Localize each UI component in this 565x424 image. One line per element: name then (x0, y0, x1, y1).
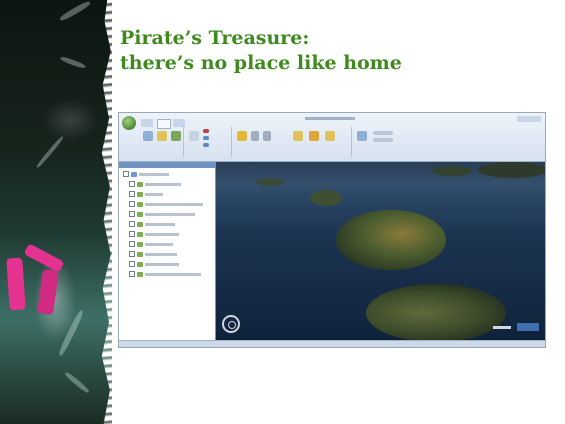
ribbon-group (185, 127, 232, 157)
ribbon-icon (373, 131, 393, 135)
scale-bar (493, 326, 511, 329)
status-bar (119, 340, 545, 347)
ribbon-icon (293, 131, 303, 141)
tree-item[interactable] (129, 260, 179, 268)
tree-item[interactable] (129, 200, 203, 208)
ribbon-icon (325, 131, 335, 141)
foreground-island (366, 284, 506, 342)
folder-icon (137, 241, 143, 247)
ribbon-tab (141, 119, 153, 127)
pink-chalk-piece (37, 269, 59, 315)
window-title-placeholder (305, 117, 355, 120)
ribbon-icon (171, 131, 181, 141)
ribbon-toolbar (119, 113, 545, 162)
tree-item[interactable] (129, 220, 175, 228)
navigation-control-icon[interactable] (222, 315, 240, 333)
folder-icon (137, 251, 143, 257)
ribbon-icon (203, 129, 209, 133)
main-island (336, 210, 446, 270)
chalk-smudge (57, 309, 85, 357)
ribbon-icon (237, 131, 247, 141)
layer-tree-panel (119, 162, 216, 343)
folder-icon (137, 191, 143, 197)
ribbon-icon (357, 131, 367, 141)
window-buttons (517, 116, 541, 122)
chalkboard-decoration (0, 0, 112, 424)
distant-island (432, 166, 472, 176)
ribbon-group (353, 127, 403, 157)
ribbon-icon (203, 136, 209, 140)
tree-item[interactable] (129, 250, 177, 258)
tree-item[interactable] (129, 240, 173, 248)
folder-icon (137, 211, 143, 217)
ribbon-icon (251, 131, 259, 141)
pink-chalk-piece (6, 257, 26, 311)
pink-chalk-piece (23, 243, 65, 273)
ribbon-icon (203, 143, 209, 147)
tree-item[interactable] (129, 180, 181, 188)
app-orb-icon (122, 116, 136, 130)
3d-map-viewport[interactable] (216, 162, 545, 343)
panel-header (119, 162, 215, 168)
slide-title-line-2: there’s no place like home (120, 52, 402, 74)
chalk-smudge (35, 135, 65, 169)
ribbon-group (233, 127, 352, 157)
ribbon-icon (157, 131, 167, 141)
ribbon-icon (143, 131, 153, 141)
ribbon-group (139, 127, 184, 157)
folder-icon (137, 201, 143, 207)
tree-item[interactable] (123, 170, 169, 178)
folder-icon (137, 231, 143, 237)
slide-title-line-1: Pirate’s Treasure: (120, 27, 310, 49)
chalk-smudge (58, 0, 92, 23)
folder-icon (137, 261, 143, 267)
ribbon-icon (373, 138, 393, 142)
ribbon-icon (263, 131, 271, 141)
folder-icon (137, 221, 143, 227)
ribbon-tab (173, 119, 185, 127)
chalk-smudge (63, 370, 91, 395)
slide-title: Pirate’s Treasure: there’s no place like… (120, 26, 540, 76)
ribbon-icon (309, 131, 319, 141)
folder-icon (137, 271, 143, 277)
tree-item[interactable] (129, 190, 163, 198)
application-screenshot (118, 112, 546, 348)
tree-item[interactable] (129, 270, 201, 278)
folder-icon (137, 181, 143, 187)
ribbon-icon (189, 131, 199, 141)
tree-item[interactable] (129, 230, 179, 238)
distant-island (256, 178, 284, 186)
globe-icon (131, 171, 137, 177)
map-logo-badge (517, 323, 539, 331)
chalk-smudge (59, 55, 87, 70)
tree-item[interactable] (129, 210, 195, 218)
distant-island (478, 162, 545, 178)
small-island (310, 190, 342, 206)
